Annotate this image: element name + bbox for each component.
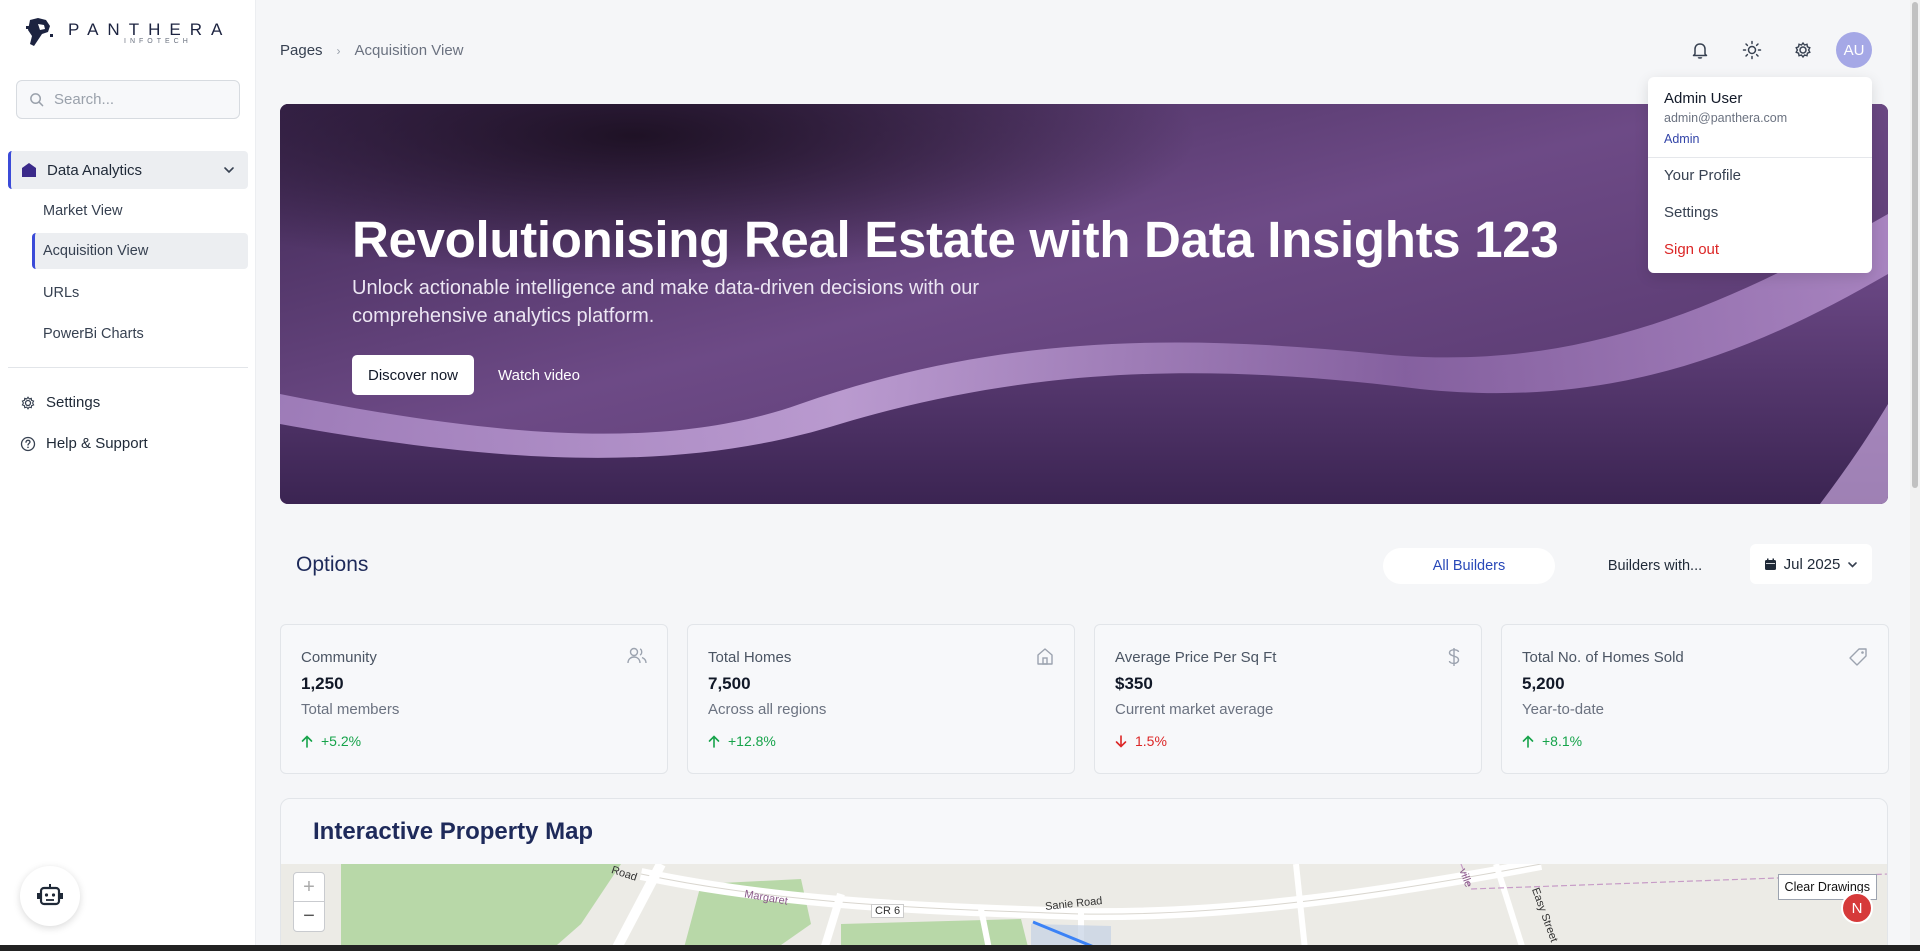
brand-logo[interactable]: PANTHERA INFOTECH xyxy=(24,16,231,48)
filter-builders-with[interactable]: Builders with... xyxy=(1590,548,1720,584)
sidebar-item-urls[interactable]: URLs xyxy=(32,275,248,311)
stat-card-homes-sold: Total No. of Homes Sold 5,200 Year-to-da… xyxy=(1501,624,1889,774)
stat-description: Current market average xyxy=(1115,701,1274,718)
property-map-panel: Interactive Property Map Road Margaret C… xyxy=(280,798,1888,951)
stat-card-total-homes: Total Homes 7,500 Across all regions +12… xyxy=(687,624,1075,774)
stat-change-value: +5.2% xyxy=(321,733,362,749)
hero-banner: Revolutionising Real Estate with Data In… xyxy=(280,104,1888,504)
dollar-icon xyxy=(1448,648,1460,666)
search-box[interactable] xyxy=(16,80,240,119)
menu-item-settings[interactable]: Settings xyxy=(1664,204,1718,221)
hero-title: Revolutionising Real Estate with Data In… xyxy=(352,211,1559,268)
watch-video-button[interactable]: Watch video xyxy=(498,355,580,395)
arrow-up-icon xyxy=(301,734,313,748)
sidebar-group-data-analytics[interactable]: Data Analytics xyxy=(8,151,248,189)
home-filled-icon xyxy=(22,163,36,177)
notifications-button[interactable] xyxy=(1686,36,1714,64)
options-title: Options xyxy=(296,553,369,576)
chatbot-button[interactable] xyxy=(20,866,80,926)
chevron-down-icon xyxy=(1848,561,1858,568)
stat-value: 5,200 xyxy=(1522,674,1565,693)
road-label: CR 6 xyxy=(871,904,905,918)
stat-title: Community xyxy=(301,649,377,666)
arrow-down-icon xyxy=(1115,734,1127,748)
user-badge[interactable]: N xyxy=(1841,892,1873,924)
gear-icon xyxy=(1795,41,1811,59)
breadcrumb-current: Acquisition View xyxy=(354,42,464,59)
sidebar-divider xyxy=(8,367,248,368)
brand-name: PANTHERA xyxy=(68,19,232,39)
sidebar-item-powerbi-charts[interactable]: PowerBi Charts xyxy=(32,316,248,352)
map-zoom-controls: + − xyxy=(293,872,325,932)
sidebar: PANTHERA INFOTECH Data Analytics Market … xyxy=(0,0,256,951)
stat-change-value: +8.1% xyxy=(1542,733,1583,749)
breadcrumb-separator-icon: › xyxy=(336,43,341,58)
stat-change: +12.8% xyxy=(708,733,776,749)
theme-toggle-button[interactable] xyxy=(1738,36,1766,64)
property-map[interactable]: Road Margaret CR 6 Sanie Road Easy Stree… xyxy=(281,864,1887,951)
settings-button[interactable] xyxy=(1789,36,1817,64)
map-title: Interactive Property Map xyxy=(313,818,594,845)
sun-icon xyxy=(1742,40,1762,60)
scrollbar-thumb[interactable] xyxy=(1912,2,1918,488)
breadcrumb-root[interactable]: Pages xyxy=(280,42,323,59)
robot-icon xyxy=(37,884,63,906)
bell-icon xyxy=(1692,43,1708,59)
home-icon xyxy=(1037,648,1053,665)
stat-change-value: 1.5% xyxy=(1135,733,1167,749)
user-menu-dropdown: Admin User admin@panthera.com Admin Your… xyxy=(1648,77,1872,273)
zoom-out-button[interactable]: − xyxy=(294,902,324,931)
user-avatar[interactable]: AU xyxy=(1836,32,1872,68)
stat-description: Year-to-date xyxy=(1522,701,1605,718)
stat-description: Total members xyxy=(301,701,400,718)
stat-change-value: +12.8% xyxy=(728,733,776,749)
stat-value: $350 xyxy=(1115,674,1153,693)
sidebar-item-acquisition-view[interactable]: Acquisition View xyxy=(32,233,248,269)
sidebar-item-market-view[interactable]: Market View xyxy=(32,193,248,229)
date-label: Jul 2025 xyxy=(1783,555,1841,573)
calendar-icon xyxy=(1764,558,1776,570)
stat-card-community: Community 1,250 Total members +5.2% xyxy=(280,624,668,774)
stat-title: Total No. of Homes Sold xyxy=(1522,649,1684,666)
sidebar-item-help[interactable]: Help & Support xyxy=(20,435,148,452)
settings-label: Settings xyxy=(46,394,101,411)
tag-icon xyxy=(1849,648,1867,666)
user-menu-divider xyxy=(1648,157,1872,158)
stat-change: +8.1% xyxy=(1522,733,1582,749)
help-circle-icon xyxy=(20,436,36,451)
brand-sub: INFOTECH xyxy=(124,37,192,45)
stat-card-avg-price: Average Price Per Sq Ft $350 Current mar… xyxy=(1094,624,1482,774)
bottom-edge xyxy=(0,945,1920,951)
date-picker[interactable]: Jul 2025 xyxy=(1750,544,1872,584)
sidebar-item-settings[interactable]: Settings xyxy=(20,394,100,411)
hero-subtitle: Unlock actionable intelligence and make … xyxy=(352,277,980,327)
stat-change: +5.2% xyxy=(301,733,361,749)
discover-now-button[interactable]: Discover now xyxy=(352,355,474,395)
filter-all-builders[interactable]: All Builders xyxy=(1383,548,1555,584)
users-icon xyxy=(627,647,647,664)
user-role: Admin xyxy=(1664,132,1700,146)
sidebar-group-label: Data Analytics xyxy=(47,161,143,179)
menu-item-signout[interactable]: Sign out xyxy=(1664,241,1719,258)
panther-logo-icon xyxy=(26,18,53,46)
stat-value: 1,250 xyxy=(301,674,344,693)
user-email: admin@panthera.com xyxy=(1664,111,1788,125)
arrow-up-icon xyxy=(1522,734,1534,748)
stat-value: 7,500 xyxy=(708,674,751,693)
menu-item-profile[interactable]: Your Profile xyxy=(1664,167,1741,184)
gear-icon xyxy=(21,395,35,410)
chevron-down-icon[interactable] xyxy=(222,163,236,177)
zoom-in-button[interactable]: + xyxy=(294,873,324,902)
search-input[interactable] xyxy=(54,91,224,108)
stat-title: Total Homes xyxy=(708,649,792,666)
search-icon xyxy=(30,93,44,107)
user-name: Admin User xyxy=(1664,90,1743,107)
help-label: Help & Support xyxy=(46,435,148,452)
stat-description: Across all regions xyxy=(708,701,827,718)
stat-change: 1.5% xyxy=(1115,733,1167,749)
arrow-up-icon xyxy=(708,734,720,748)
stat-title: Average Price Per Sq Ft xyxy=(1115,649,1277,666)
breadcrumb: Pages › Acquisition View xyxy=(280,42,464,59)
